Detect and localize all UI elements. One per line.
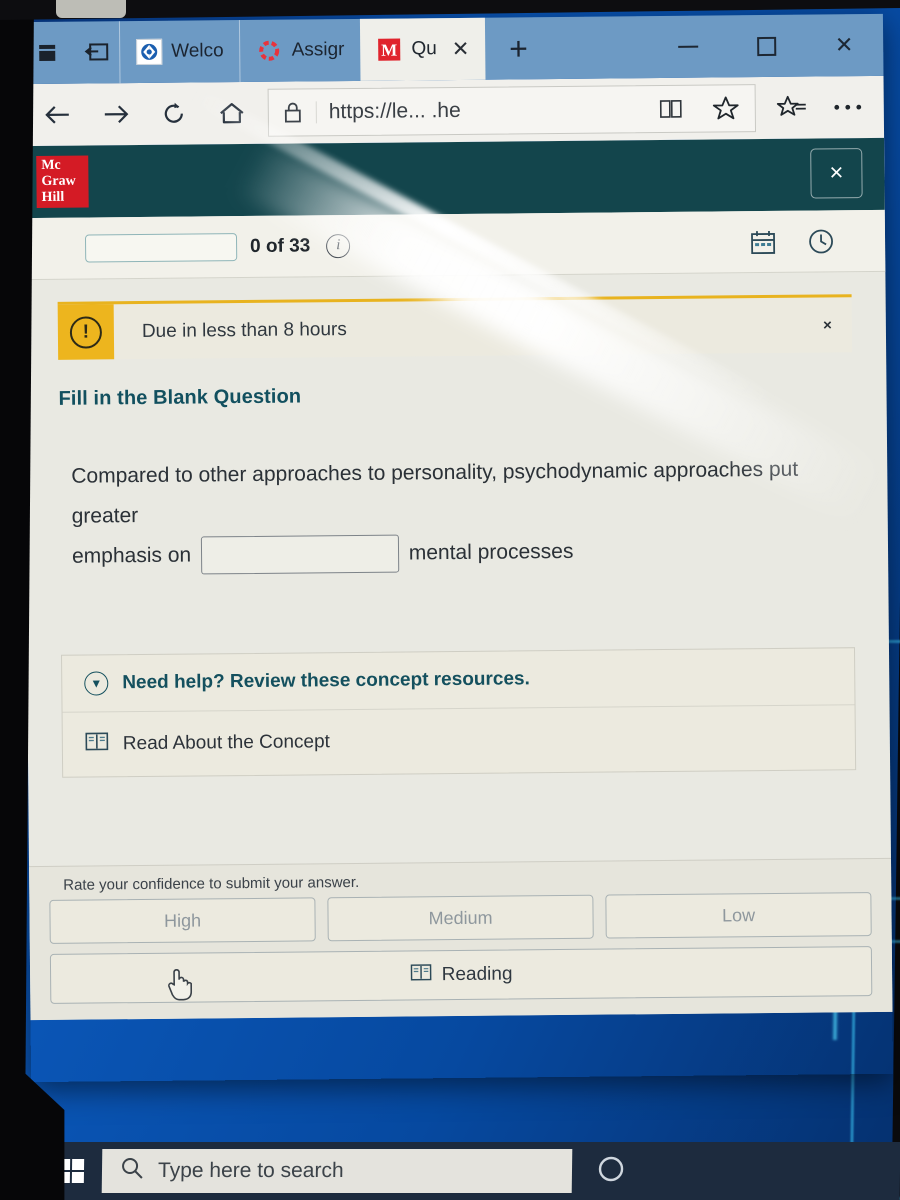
- new-tab-button[interactable]: +: [485, 17, 552, 80]
- alert-close-button[interactable]: ×: [823, 316, 832, 333]
- web-page: Mc Graw Hill × 0 of 33 i ! Due in less t…: [22, 137, 893, 1021]
- star-list-icon[interactable]: [764, 84, 820, 131]
- window-controls: ✕: [649, 14, 884, 78]
- tab-welcome[interactable]: Welco: [118, 20, 240, 84]
- connect-spinner-favicon: [257, 38, 283, 64]
- question-text-prefix: emphasis on: [71, 543, 192, 568]
- logo-line-2: Graw: [41, 173, 76, 189]
- read-about-concept-link[interactable]: Read About the Concept: [63, 705, 856, 777]
- question-text-suffix: mental processes: [408, 539, 574, 565]
- app-close-button[interactable]: ×: [810, 148, 863, 199]
- tab-label: Assigr: [291, 39, 345, 61]
- url-text[interactable]: https://le... .he: [317, 97, 645, 124]
- browser-toolbar: https://le... .he: [21, 75, 885, 147]
- tab-quiz[interactable]: M Qu ✕: [360, 17, 486, 81]
- forward-arrow-icon[interactable]: [88, 91, 144, 138]
- calendar-icon[interactable]: [749, 227, 777, 255]
- progress-row: 0 of 33 i: [22, 209, 886, 281]
- taskbar-search-box[interactable]: Type here to search: [101, 1149, 573, 1193]
- mcgrawhill-m-favicon: M: [376, 37, 402, 63]
- ellipsis-icon[interactable]: [820, 84, 876, 131]
- tab-label: Qu: [411, 38, 437, 60]
- toolbar-right-actions: [764, 84, 876, 131]
- star-icon[interactable]: [697, 94, 755, 123]
- info-icon[interactable]: i: [326, 233, 351, 258]
- home-icon[interactable]: [204, 90, 260, 137]
- help-resources-toggle[interactable]: ▼ Need help? Review these concept resour…: [62, 648, 855, 713]
- help-item-label: Read About the Concept: [122, 731, 331, 755]
- chevron-down-icon: ▼: [84, 671, 109, 696]
- tab-label: Welco: [171, 40, 224, 62]
- progress-bar: [84, 232, 238, 263]
- search-icon: [120, 1156, 144, 1186]
- question-body: Compared to other approaches to personal…: [59, 449, 854, 577]
- tab-close-icon[interactable]: ✕: [452, 36, 470, 61]
- cortana-circle-icon[interactable]: [596, 1154, 626, 1189]
- answer-footer: Rate your confidence to submit your answ…: [29, 857, 893, 1021]
- confidence-buttons: High Medium Low: [49, 892, 872, 944]
- logo-line-3: Hill: [41, 189, 65, 205]
- screen-photo: Welco Assigr M Qu ✕ + ✕ https://le... .h…: [0, 0, 900, 1200]
- clock-icon[interactable]: [807, 227, 835, 255]
- maximize-button[interactable]: [727, 15, 806, 78]
- app-header: Mc Graw Hill ×: [22, 137, 885, 219]
- confidence-low-button[interactable]: Low: [605, 892, 872, 939]
- reading-button-label: Reading: [441, 963, 513, 986]
- search-placeholder: Type here to search: [157, 1159, 344, 1182]
- question-type-label: Fill in the Blank Question: [58, 385, 302, 410]
- book-icon: [410, 962, 432, 988]
- windows-taskbar: Type here to search: [39, 1142, 900, 1200]
- reading-view-icon[interactable]: [645, 98, 697, 120]
- close-window-button[interactable]: ✕: [805, 14, 884, 77]
- refresh-icon[interactable]: [146, 90, 202, 137]
- help-resources-panel: ▼ Need help? Review these concept resour…: [61, 647, 857, 778]
- address-bar[interactable]: https://le... .he: [267, 84, 757, 137]
- book-icon: [85, 730, 109, 758]
- question-text-before: Compared to other approaches to personal…: [71, 457, 799, 528]
- confidence-medium-button[interactable]: Medium: [327, 894, 594, 942]
- confidence-high-button[interactable]: High: [49, 897, 316, 944]
- svg-text:M: M: [381, 41, 397, 60]
- set-tabs-aside-icon[interactable]: [73, 21, 120, 83]
- alert-text: Due in less than 8 hours: [141, 318, 347, 342]
- tab-assignments[interactable]: Assigr: [239, 18, 361, 83]
- rate-confidence-label: Rate your confidence to submit your answ…: [63, 873, 360, 894]
- exclamation-icon: !: [57, 304, 115, 360]
- header-tools: [749, 227, 835, 256]
- lock-icon: [268, 101, 317, 124]
- help-title: Need help? Review these concept resource…: [122, 668, 530, 694]
- back-arrow-icon[interactable]: [30, 92, 86, 139]
- due-alert-banner: ! Due in less than 8 hours ×: [57, 294, 853, 360]
- question-content: ! Due in less than 8 hours × Fill in the…: [23, 272, 890, 778]
- tab-list-icon[interactable]: [27, 22, 74, 84]
- tab-strip: Welco Assigr M Qu ✕ + ✕: [20, 13, 884, 85]
- logo-line-1: Mc: [41, 157, 61, 173]
- edge-tab-favicon: [136, 38, 163, 66]
- answer-input[interactable]: [200, 535, 400, 575]
- browser-window: Welco Assigr M Qu ✕ + ✕ https://le... .h…: [20, 13, 893, 1082]
- progress-count-label: 0 of 33: [249, 234, 311, 257]
- mouse-cursor-icon: [166, 965, 193, 1001]
- mcgraw-hill-logo: Mc Graw Hill: [36, 155, 89, 209]
- laptop-webcam-notch: [56, 0, 126, 18]
- minimize-button[interactable]: [649, 15, 728, 78]
